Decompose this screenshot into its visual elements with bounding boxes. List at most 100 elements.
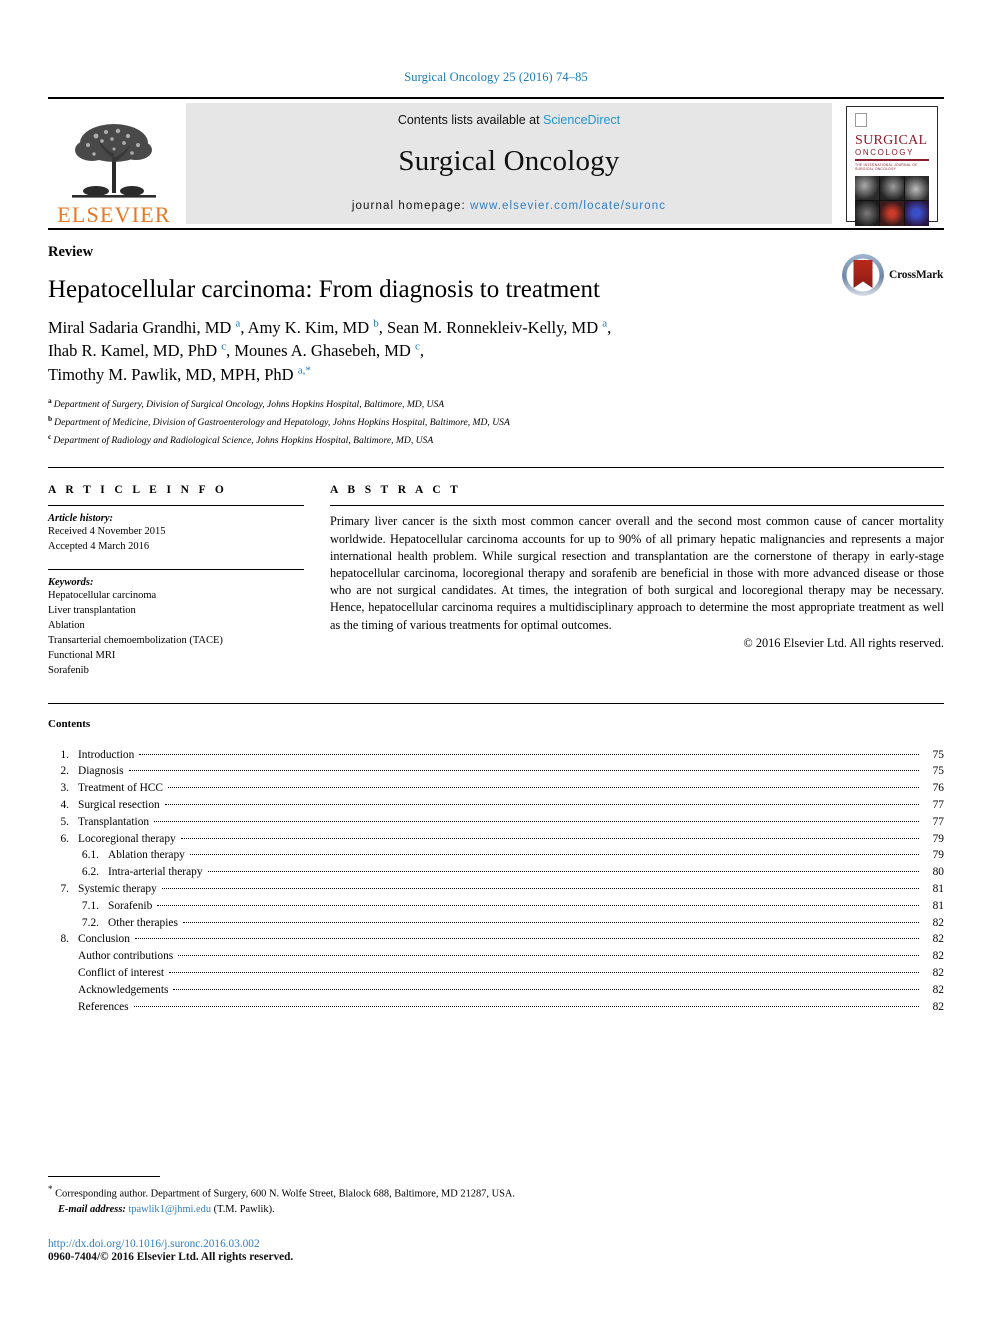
toc-entry-page: 82 bbox=[932, 916, 944, 929]
toc-entry-number: 2. bbox=[60, 765, 69, 778]
toc-entry-label: Transplantation bbox=[78, 815, 150, 828]
toc-entry-label: Other therapies bbox=[108, 916, 178, 929]
keyword-item: Transarterial chemoembolization (TACE) bbox=[48, 634, 223, 646]
crossmark-badge[interactable]: CrossMark bbox=[840, 250, 944, 300]
toc-entry[interactable]: 4. Surgical resection 77 bbox=[48, 799, 944, 812]
corresponding-star: * bbox=[48, 1184, 53, 1195]
keyword-item: Functional MRI bbox=[48, 649, 116, 661]
toc-entry-page: 82 bbox=[932, 983, 944, 996]
toc-entry-label: Conflict of interest bbox=[78, 967, 165, 980]
toc-entry[interactable]: 3. Treatment of HCC 76 bbox=[48, 782, 944, 795]
corresponding-author-mark: ,* bbox=[302, 364, 311, 377]
journal-homepage-line: journal homepage: www.elsevier.com/locat… bbox=[352, 200, 666, 212]
keyword-item: Hepatocellular carcinoma bbox=[48, 590, 157, 602]
toc-leader-dots bbox=[133, 1005, 919, 1007]
toc-entry-label: Conclusion bbox=[78, 933, 130, 946]
info-abstract-section: A R T I C L E I N F O Article history: R… bbox=[48, 467, 944, 678]
toc-leader-dots bbox=[134, 938, 919, 940]
toc-entry-label: Locoregional therapy bbox=[78, 832, 176, 845]
toc-entry-number: 6.2. bbox=[81, 866, 99, 879]
author-name: Miral Sadaria Grandhi, MD bbox=[48, 318, 236, 337]
email-label: E-mail address: bbox=[58, 1204, 126, 1216]
toc-entry-page: 81 bbox=[932, 899, 944, 912]
toc-leader-dots bbox=[182, 921, 919, 923]
journal-homepage-link[interactable]: www.elsevier.com/locate/suronc bbox=[470, 200, 666, 212]
author-list: Miral Sadaria Grandhi, MD a , Amy K. Kim,… bbox=[48, 317, 612, 384]
email-link[interactable]: tpawlik1@jhmi.edu bbox=[128, 1204, 211, 1215]
toc-entry[interactable]: 7. Systemic therapy 81 bbox=[48, 883, 944, 896]
affiliation-list: a Department of Surgery, Division of Surg… bbox=[48, 395, 944, 449]
divider bbox=[48, 505, 304, 507]
toc-entry-number: 6. bbox=[60, 832, 69, 845]
crossmark-label: CrossMark bbox=[889, 269, 944, 281]
article-history-received: Received 4 November 2015 bbox=[48, 526, 166, 538]
corresponding-author-note: * Corresponding author. Department of Su… bbox=[48, 1183, 944, 1218]
affiliation-mark: c bbox=[414, 340, 420, 353]
toc-entry[interactable]: 2. Diagnosis 75 bbox=[48, 765, 944, 778]
masthead-center: Contents lists available at ScienceDirec… bbox=[186, 103, 832, 224]
toc-entry-page: 77 bbox=[932, 799, 944, 812]
toc-entry-page: 75 bbox=[932, 748, 944, 761]
sciencedirect-link[interactable]: ScienceDirect bbox=[543, 113, 620, 127]
toc-entry[interactable]: 5. Transplantation 77 bbox=[48, 815, 944, 828]
cover-subtitle: THE INTERNATIONAL JOURNAL OF SURGICAL ON… bbox=[855, 163, 918, 171]
toc-leader-dots bbox=[139, 753, 919, 755]
toc-leader-dots bbox=[168, 787, 919, 789]
cover-tile bbox=[905, 201, 929, 226]
toc-entry[interactable]: 6.2. Intra-arterial therapy 80 bbox=[48, 866, 944, 879]
affiliation-text: Department of Medicine, Division of Gast… bbox=[54, 417, 510, 429]
toc-leader-dots bbox=[180, 837, 919, 839]
toc-entry[interactable]: 1. Introduction 75 bbox=[48, 748, 944, 761]
toc-entry[interactable]: 6.1. Ablation therapy 79 bbox=[48, 849, 944, 862]
toc-entry[interactable]: References 82 bbox=[48, 1000, 944, 1013]
author-name: Ihab R. Kamel, MD, PhD bbox=[48, 341, 222, 361]
toc-entry-number: 7.2. bbox=[81, 916, 99, 929]
author-name: , Mounes A. Ghasebeh, MD bbox=[226, 341, 415, 361]
keyword-item: Sorafenib bbox=[48, 664, 89, 676]
toc-entry-number: 3. bbox=[60, 782, 69, 795]
cover-tile bbox=[905, 175, 929, 201]
article-type-label: Review bbox=[48, 244, 94, 260]
contents-section: Contents 1. Introduction 75 2. Diagnosis 75 3.… bbox=[48, 702, 944, 1013]
toc-entry[interactable]: 7.2. Other therapies 82 bbox=[48, 916, 944, 929]
journal-cover-thumbnail: SURGICAL ONCOLOGY THE INTERNATIONAL JOUR… bbox=[840, 99, 944, 228]
contents-heading: Contents bbox=[48, 717, 91, 730]
cover-tile bbox=[880, 175, 904, 201]
toc-entry[interactable]: 6. Locoregional therapy 79 bbox=[48, 832, 944, 845]
toc-entry[interactable]: Acknowledgements 82 bbox=[48, 983, 944, 996]
toc-leader-dots bbox=[173, 988, 919, 990]
toc-entry[interactable]: 7.1. Sorafenib 81 bbox=[48, 899, 944, 912]
toc-entry-page: 75 bbox=[932, 765, 944, 778]
toc-entry-number: 5. bbox=[60, 815, 69, 828]
page-title: Hepatocellular carcinoma: From diagnosis… bbox=[48, 276, 600, 303]
toc-leader-dots bbox=[189, 854, 919, 856]
cover-rule bbox=[855, 159, 929, 162]
doi-link[interactable]: http://dx.doi.org/10.1016/j.suronc.2016.… bbox=[48, 1238, 944, 1250]
toc-leader-dots bbox=[157, 904, 919, 906]
toc-leader-dots bbox=[164, 804, 919, 806]
abstract-column: A B S T R A C T Primary liver cancer is … bbox=[330, 484, 944, 678]
toc-leader-dots bbox=[128, 770, 919, 772]
toc-entry-number: 7. bbox=[60, 883, 69, 896]
toc-entry-label: Treatment of HCC bbox=[78, 782, 164, 795]
keyword-item: Liver transplantation bbox=[48, 605, 136, 617]
toc-entry-number: 1. bbox=[60, 748, 69, 761]
footer-divider bbox=[48, 1176, 160, 1178]
affiliation-item: b Department of Medicine, Division of Gas… bbox=[48, 413, 944, 431]
toc-entry-label: Diagnosis bbox=[78, 765, 124, 778]
toc-entry-number: 6.1. bbox=[81, 849, 99, 862]
toc-entry-page: 82 bbox=[932, 950, 944, 963]
toc-entry[interactable]: Author contributions 82 bbox=[48, 950, 944, 963]
toc-entry[interactable]: 8. Conclusion 82 bbox=[48, 933, 944, 946]
cover-box: SURGICAL ONCOLOGY THE INTERNATIONAL JOUR… bbox=[846, 105, 938, 226]
toc-leader-dots bbox=[169, 972, 919, 974]
affiliation-mark: c bbox=[48, 432, 52, 442]
abstract-heading: A B S T R A C T bbox=[330, 484, 462, 497]
toc-entry-label: Author contributions bbox=[78, 950, 174, 963]
toc-entry-page: 79 bbox=[932, 849, 944, 862]
affiliation-text: Department of Surgery, Division of Surgi… bbox=[53, 399, 445, 411]
article-history-label: Article history: bbox=[48, 513, 114, 525]
toc-entry-page: 77 bbox=[932, 815, 944, 828]
toc-entry[interactable]: Conflict of interest 82 bbox=[48, 967, 944, 980]
toc-entry-label: References bbox=[78, 1000, 129, 1013]
